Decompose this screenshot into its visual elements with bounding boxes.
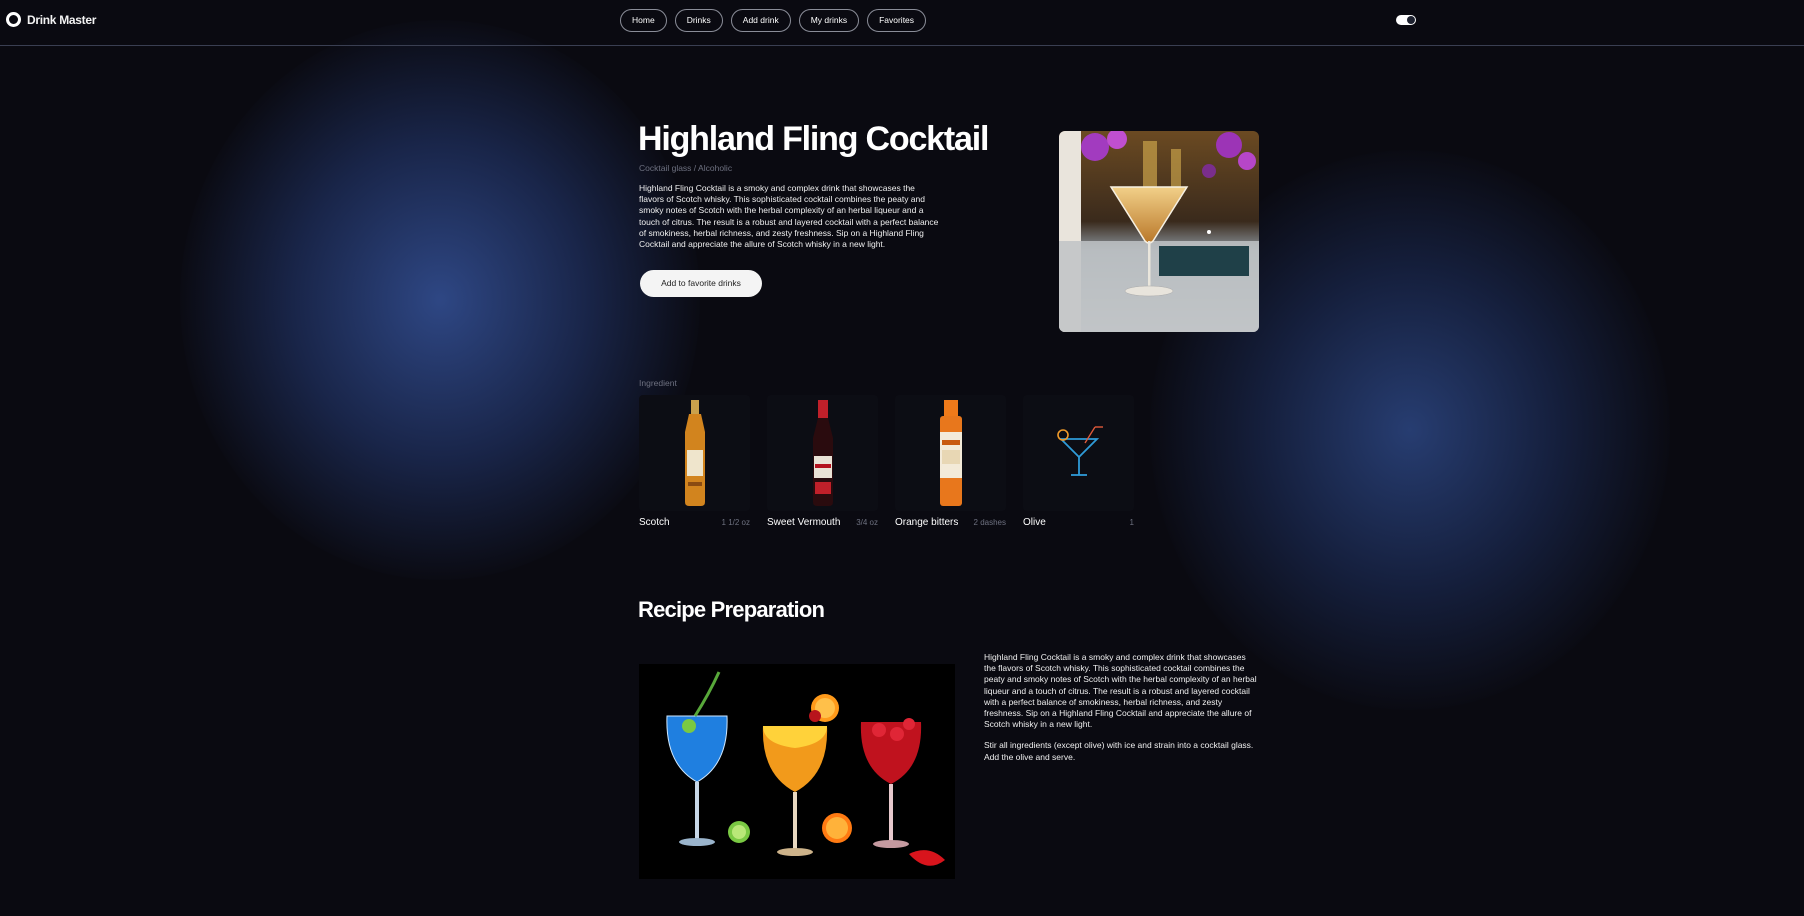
recipe-photo [639, 664, 955, 879]
ingredient-amount: 1 1/2 oz [721, 518, 750, 527]
ingredients-list: Scotch 1 1/2 oz Sweet Vermouth 3/4 oz Or… [639, 395, 1134, 528]
drink-photo [1059, 131, 1259, 332]
drink-subtitle: Cocktail glass / Alcoholic [639, 163, 733, 173]
top-header: Drink Master Home Drinks Add drink My dr… [0, 0, 1804, 46]
nav-add-drink[interactable]: Add drink [730, 9, 791, 32]
ingredient-card[interactable]: Olive 1 [1023, 395, 1134, 528]
logo-text: Drink Master [27, 12, 97, 27]
ingredient-card[interactable]: Orange bitters 2 dashes [895, 395, 1006, 528]
drink-title: Highland Fling Cocktail [638, 120, 989, 158]
main-content: Highland Fling Cocktail Cocktail glass /… [0, 0, 1804, 916]
logo-icon [6, 12, 21, 27]
ingredients-label: Ingredient [639, 378, 677, 388]
nav-my-drinks[interactable]: My drinks [798, 9, 860, 32]
bitters-bottle-icon [895, 395, 1006, 511]
nav-home[interactable]: Home [620, 9, 667, 32]
cocktail-glass-icon [1023, 395, 1134, 511]
ingredient-name: Sweet Vermouth [767, 517, 841, 528]
main-nav: Home Drinks Add drink My drinks Favorite… [620, 9, 927, 32]
nav-favorites[interactable]: Favorites [867, 9, 927, 32]
ingredient-amount: 3/4 oz [856, 518, 878, 527]
ingredient-amount: 2 dashes [973, 518, 1006, 527]
ingredient-name: Olive [1023, 517, 1046, 528]
add-to-favorites-button[interactable]: Add to favorite drinks [640, 270, 762, 297]
logo[interactable]: Drink Master [6, 12, 96, 27]
recipe-paragraph-1: Highland Fling Cocktail is a smoky and c… [984, 652, 1257, 730]
ingredient-amount: 1 [1129, 518, 1134, 527]
theme-toggle[interactable] [1396, 15, 1416, 25]
nav-drinks[interactable]: Drinks [674, 9, 723, 32]
ingredient-name: Orange bitters [895, 517, 959, 528]
ingredient-name: Scotch [639, 517, 670, 528]
ingredient-card[interactable]: Scotch 1 1/2 oz [639, 395, 750, 528]
recipe-text: Highland Fling Cocktail is a smoky and c… [984, 652, 1259, 773]
recipe-title: Recipe Preparation [638, 597, 825, 622]
scotch-bottle-icon [639, 395, 750, 511]
vermouth-bottle-icon [767, 395, 878, 511]
ingredient-card[interactable]: Sweet Vermouth 3/4 oz [767, 395, 878, 528]
recipe-paragraph-2: Stir all ingredients (except olive) with… [984, 740, 1254, 762]
drink-description: Highland Fling Cocktail is a smoky and c… [639, 183, 939, 250]
toggle-knob [1407, 16, 1415, 24]
